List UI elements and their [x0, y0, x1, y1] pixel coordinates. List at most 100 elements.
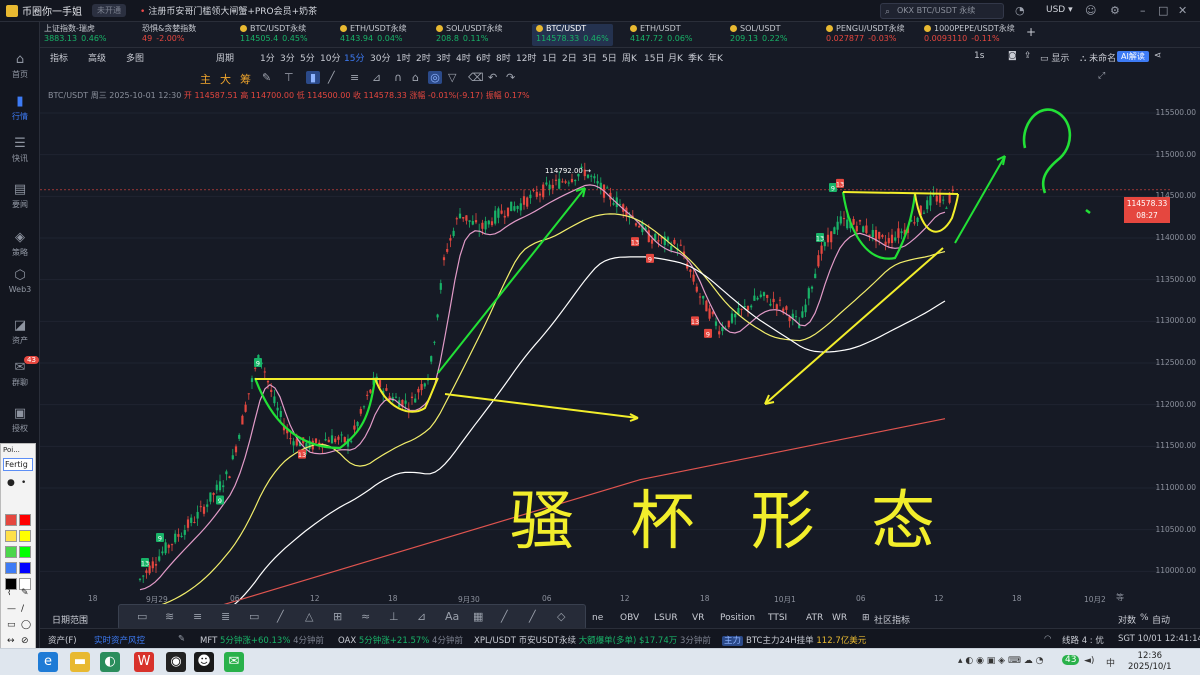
display-button[interactable]: ▭ 显示 [1040, 51, 1069, 64]
mft-alert[interactable]: MFT 5分钟涨+60.13% 4分钟前 [200, 634, 324, 646]
user-icon[interactable]: ☺ [1085, 4, 1096, 17]
ticker-7[interactable]: SOL/USDT 209.13 0.22% [730, 24, 787, 46]
paint-font-box[interactable]: Fertig [3, 458, 33, 471]
sidebar-item-4[interactable]: ◈ 策略 [0, 230, 40, 258]
ruler-icon[interactable]: ⊿ [372, 71, 381, 84]
tray-badge[interactable]: 43 [1062, 655, 1080, 665]
wps-icon[interactable]: W [134, 652, 154, 672]
period-button[interactable]: 5分 [300, 51, 315, 64]
maximize-icon[interactable]: □ [1158, 4, 1168, 17]
ime-indicator[interactable]: 中 [1106, 656, 1115, 669]
btc-alert[interactable]: 主力 BTC主力24H挂单 112.7亿美元 [722, 634, 866, 646]
oax-alert[interactable]: OAX 5分钟涨+21.57% 4分钟前 [338, 634, 463, 646]
cursor-tool-icon[interactable]: ▮ [306, 71, 320, 84]
ie-icon[interactable]: e [38, 652, 58, 672]
toolbar-button[interactable]: 多图 [126, 51, 144, 64]
price-chart[interactable]: 114792.00 →913991313913913913骚 杯 形 态 [40, 88, 1170, 608]
account-badge[interactable]: 未开通 [92, 4, 126, 17]
ticker-4[interactable]: SOL/USDT永续 208.8 0.11% [436, 24, 503, 46]
sidebar-item-5[interactable]: ⬡ Web3 [0, 268, 40, 294]
currency-select[interactable]: USD ▾ [1046, 5, 1073, 15]
indicator-tab[interactable]: Position [720, 613, 755, 623]
hide-icon[interactable]: ◎ [428, 71, 442, 84]
indicator-tab[interactable]: LSUR [654, 613, 678, 623]
color-swatch[interactable] [19, 562, 31, 574]
indicator-tab[interactable]: VR [692, 613, 704, 623]
asset-button[interactable]: 资产(F) [48, 634, 77, 646]
system-clock[interactable]: 12:36 2025/10/1 [1128, 651, 1172, 673]
paint-tool-icon[interactable]: / [21, 604, 24, 614]
settings-icon[interactable]: ⚙ [1110, 4, 1120, 17]
indicator-tab[interactable]: 社区指标 [874, 613, 910, 626]
paint-tool-icon[interactable]: ● [7, 478, 15, 488]
period-button[interactable]: 2日 [562, 51, 577, 64]
percent-scale-toggle[interactable]: % [1140, 613, 1149, 623]
period-button[interactable]: 3日 [582, 51, 597, 64]
lines-icon[interactable]: ≡ [193, 610, 202, 623]
period-button[interactable]: 季K [688, 51, 703, 64]
risk-link[interactable]: 实时资产风控 [94, 634, 145, 646]
period-button[interactable]: 1日 [542, 51, 557, 64]
fork-icon[interactable]: ⊥ [389, 610, 399, 623]
eraser-icon[interactable]: ◇ [557, 610, 565, 623]
color-swatch[interactable] [19, 514, 31, 526]
paint-tool-icon[interactable]: ⌇ [7, 588, 11, 598]
box-icon[interactable]: ▭ [249, 610, 259, 623]
period-button[interactable]: 3时 [436, 51, 451, 64]
main-force-button[interactable]: 主 [200, 71, 211, 87]
edge-icon[interactable]: ◐ [100, 652, 120, 672]
minimize-icon[interactable]: – [1140, 4, 1146, 17]
auto-scale-toggle[interactable]: 自动 [1152, 613, 1170, 626]
measure-icon[interactable]: ⊿ [417, 610, 426, 623]
log-scale-toggle[interactable]: 对数 [1118, 613, 1136, 626]
channel-icon[interactable]: ≣ [221, 610, 230, 623]
triangle-icon[interactable]: △ [305, 610, 313, 623]
indicator-tab[interactable]: WR [832, 613, 847, 623]
wechat-icon[interactable]: ✉ [224, 652, 244, 672]
period-button[interactable]: 5日 [602, 51, 617, 64]
template-select[interactable]: ⛬ 未命名 [1080, 51, 1116, 64]
period-button[interactable]: 月K [668, 51, 683, 64]
undo-icon[interactable]: ↶ [488, 71, 497, 84]
bell-icon[interactable]: ◔ [1015, 4, 1025, 17]
trendline-icon[interactable]: ╱ [277, 610, 284, 623]
sidebar-item-3[interactable]: ▤ 要闻 [0, 182, 40, 210]
paint-tool-icon[interactable]: ▭ [7, 620, 16, 630]
color-swatch[interactable] [5, 546, 17, 558]
sidebar-item-0[interactable]: ⌂ 首页 [0, 52, 40, 80]
indicator-tab[interactable]: TTSI [768, 613, 787, 623]
period-button[interactable]: 3分 [280, 51, 295, 64]
period-button[interactable]: 15分 [344, 51, 364, 64]
paint-tool-icon[interactable]: ↔ [7, 636, 15, 646]
period-button[interactable]: 1时 [396, 51, 411, 64]
sidebar-item-1[interactable]: ▮ 行情 [0, 94, 40, 122]
share-link-icon[interactable]: ⋖ [1154, 51, 1162, 61]
paint-tool-icon[interactable]: ✎ [21, 588, 29, 598]
period-button[interactable]: 12时 [516, 51, 536, 64]
text-icon[interactable]: Aa [445, 610, 459, 623]
sidebar-item-6[interactable]: ◪ 资产 [0, 318, 40, 346]
share-icon[interactable]: ⇪ [1024, 51, 1032, 61]
period-button[interactable]: 15日 [644, 51, 664, 64]
wave-icon[interactable]: ≋ [165, 610, 174, 623]
period-button[interactable]: 2时 [416, 51, 431, 64]
qq-icon[interactable]: ☻ [194, 652, 214, 672]
camera-icon[interactable]: ◙ [1008, 51, 1017, 61]
folder-icon[interactable]: ▬ [70, 652, 90, 672]
indicator-tab[interactable]: ne [592, 613, 603, 623]
axis-corner-label[interactable]: 等 [1116, 592, 1124, 603]
add-ticker-icon[interactable]: + [1026, 26, 1036, 49]
color-swatch[interactable] [5, 530, 17, 542]
filter-icon[interactable]: ▽ [448, 71, 456, 84]
redo-icon[interactable]: ↷ [506, 71, 515, 84]
big-order-button[interactable]: 大 [220, 71, 231, 87]
search-input[interactable]: ⌕ OKX BTC/USDT 永续 [880, 3, 1004, 19]
date-range-button[interactable]: 日期范围 [52, 613, 88, 626]
xpl-alert[interactable]: XPL/USDT 币安USDT永续 大额爆单(多单) $17.74万 3分钟前 [474, 634, 711, 646]
volume-icon[interactable]: ◄) [1084, 656, 1094, 666]
color-swatch[interactable] [19, 546, 31, 558]
period-button[interactable]: 10分 [320, 51, 340, 64]
pencil-icon[interactable]: ╱ [501, 610, 508, 623]
period-button[interactable]: 周K [622, 51, 637, 64]
text-tool-icon[interactable]: ⊤ [284, 71, 294, 84]
